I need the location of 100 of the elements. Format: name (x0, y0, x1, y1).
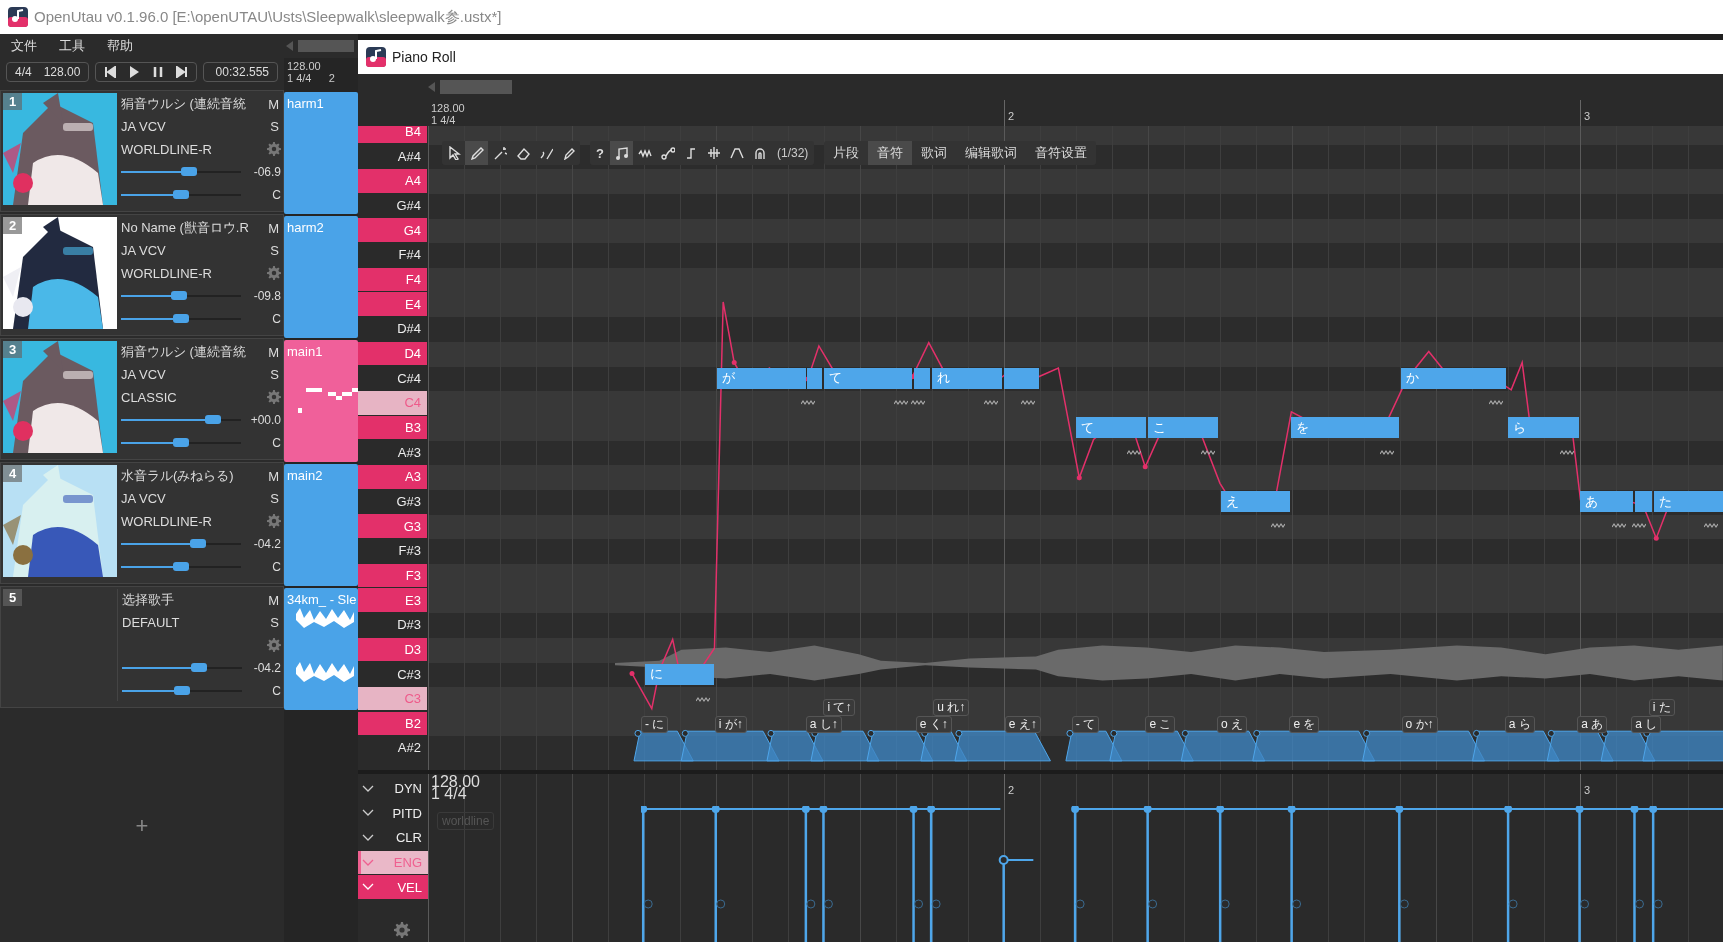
mute-button[interactable]: M (266, 468, 281, 484)
phoneme-label[interactable]: e こ (1145, 716, 1176, 734)
solo-button[interactable]: S (268, 367, 281, 383)
renderer-name[interactable]: WORLDLINE-R (121, 266, 212, 281)
tab[interactable]: 片段 (824, 141, 869, 165)
vibrato-icon[interactable] (984, 399, 999, 407)
singer-name[interactable]: 狷音ウルシ (連続音統 (121, 343, 246, 362)
pan-slider[interactable] (173, 437, 189, 447)
vibrato-icon[interactable] (1611, 522, 1626, 530)
volume-slider[interactable] (181, 167, 198, 177)
volume-slider[interactable] (189, 539, 206, 549)
renderer-name[interactable]: WORLDLINE-R (121, 142, 212, 157)
expression-tab[interactable]: VEL (358, 875, 428, 899)
piano-key[interactable]: F3 (358, 563, 427, 588)
phoneme-label[interactable]: o か↑ (1401, 716, 1438, 734)
phoneme-label[interactable]: a ら (1504, 716, 1535, 734)
tempo-box[interactable]: 4/4 128.00 (6, 62, 90, 82)
scrollbar-thumb[interactable] (440, 80, 512, 94)
vibrato-icon[interactable] (696, 695, 711, 703)
piano-key[interactable]: A4 (358, 169, 427, 193)
phoneme-label[interactable]: e く↑ (915, 716, 952, 734)
help-button[interactable]: ? (590, 144, 610, 162)
vibrato-icon[interactable] (1631, 522, 1646, 530)
menu-item[interactable]: 工具 (48, 37, 96, 55)
solo-button[interactable]: S (268, 615, 281, 631)
tab[interactable]: 歌词 (912, 141, 957, 165)
settings-icon[interactable] (267, 390, 281, 405)
vibrato-icon[interactable] (1488, 399, 1503, 407)
mute-button[interactable]: M (266, 592, 281, 608)
pencil-tool-icon[interactable] (465, 141, 488, 165)
piano-key[interactable]: G3 (358, 514, 427, 538)
singer-name[interactable]: 水音ラル(みねらる) (121, 467, 234, 486)
phoneme-label[interactable]: a し↑ (805, 716, 842, 734)
vibrato-icon[interactable] (1200, 448, 1215, 456)
settings-icon[interactable] (267, 266, 281, 281)
phonemizer-name[interactable]: JA VCV (121, 243, 166, 259)
note-toggle-icon[interactable] (610, 141, 633, 165)
vibrato-icon[interactable] (894, 399, 909, 407)
tab[interactable]: 编辑歌词 (956, 141, 1027, 165)
vibrato-icon[interactable] (1379, 448, 1394, 456)
piano-key[interactable]: A3 (358, 464, 427, 489)
phoneme-label[interactable]: - に (641, 716, 669, 734)
piano-key[interactable]: B3 (358, 415, 427, 440)
pan-slider[interactable] (173, 189, 189, 199)
piano-key[interactable]: D4 (358, 341, 427, 366)
phoneme-label[interactable]: e え↑ (1004, 716, 1041, 734)
phonemizer-name[interactable]: DEFAULT (122, 615, 180, 631)
singer-name[interactable]: No Name (獣音ロウ.R (121, 219, 249, 238)
mute-button[interactable]: M (266, 96, 281, 112)
singer-name[interactable]: 狷音ウルシ (連続音統 (121, 95, 246, 114)
menu-item[interactable]: 帮助 (96, 37, 144, 55)
solo-button[interactable]: S (268, 119, 281, 135)
phonemizer-name[interactable]: JA VCV (121, 367, 166, 383)
settings-icon[interactable] (394, 922, 410, 938)
renderer-name[interactable]: CLASSIC (121, 390, 177, 405)
note[interactable] (1004, 367, 1039, 389)
piano-key[interactable]: B2 (358, 711, 427, 736)
tab[interactable]: 音符设置 (1026, 141, 1097, 165)
vibrato-icon[interactable] (1020, 399, 1035, 407)
singer-name[interactable]: 选择歌手 (122, 591, 174, 610)
volume-slider[interactable] (205, 415, 222, 425)
pan-slider[interactable] (174, 685, 190, 695)
vibrato-icon[interactable] (1127, 448, 1142, 456)
note[interactable] (914, 367, 930, 389)
piano-key[interactable]: E4 (358, 292, 427, 316)
mute-button[interactable]: M (266, 220, 281, 236)
piano-key[interactable]: B4 (358, 126, 427, 144)
phonemizer-name[interactable]: JA VCV (121, 119, 166, 135)
piano-key[interactable]: D3 (358, 637, 427, 662)
menu-item[interactable]: 文件 (0, 37, 48, 55)
pan-slider[interactable] (173, 561, 189, 571)
vibrato-icon[interactable] (910, 399, 925, 407)
phonemizer-name[interactable]: JA VCV (121, 491, 166, 507)
add-track-button[interactable]: + (129, 812, 155, 840)
settings-icon[interactable] (267, 514, 281, 529)
pan-slider[interactable] (173, 313, 189, 323)
phoneme-label[interactable]: a し (1631, 716, 1662, 734)
tab[interactable]: 音符 (868, 141, 913, 165)
expression-tab[interactable]: CLR (358, 826, 428, 850)
vibrato-icon[interactable] (1560, 448, 1575, 456)
piano-key[interactable]: G4 (358, 218, 427, 242)
expression-tab[interactable]: DYN (358, 777, 428, 801)
phoneme-label[interactable]: a あ (1577, 716, 1608, 734)
vibrato-icon[interactable] (1271, 522, 1286, 530)
phoneme-label[interactable]: - て (1071, 716, 1100, 734)
renderer-name[interactable]: WORLDLINE-R (121, 514, 212, 529)
phoneme-label[interactable]: e を (1289, 716, 1320, 734)
piano-key[interactable]: E3 (358, 588, 427, 612)
settings-icon[interactable] (267, 142, 281, 157)
volume-slider[interactable] (170, 291, 187, 301)
vibrato-icon[interactable] (1704, 522, 1719, 530)
vibrato-icon[interactable] (800, 399, 815, 407)
expression-tab[interactable]: PITD (358, 801, 428, 826)
snap-label[interactable]: (1/32) (771, 146, 815, 160)
phoneme-label[interactable]: o え (1216, 716, 1247, 734)
mute-button[interactable]: M (266, 344, 281, 360)
settings-icon[interactable] (267, 638, 281, 653)
phoneme-label[interactable]: i が↑ (714, 716, 747, 734)
volume-slider[interactable] (190, 663, 207, 673)
solo-button[interactable]: S (268, 491, 281, 507)
